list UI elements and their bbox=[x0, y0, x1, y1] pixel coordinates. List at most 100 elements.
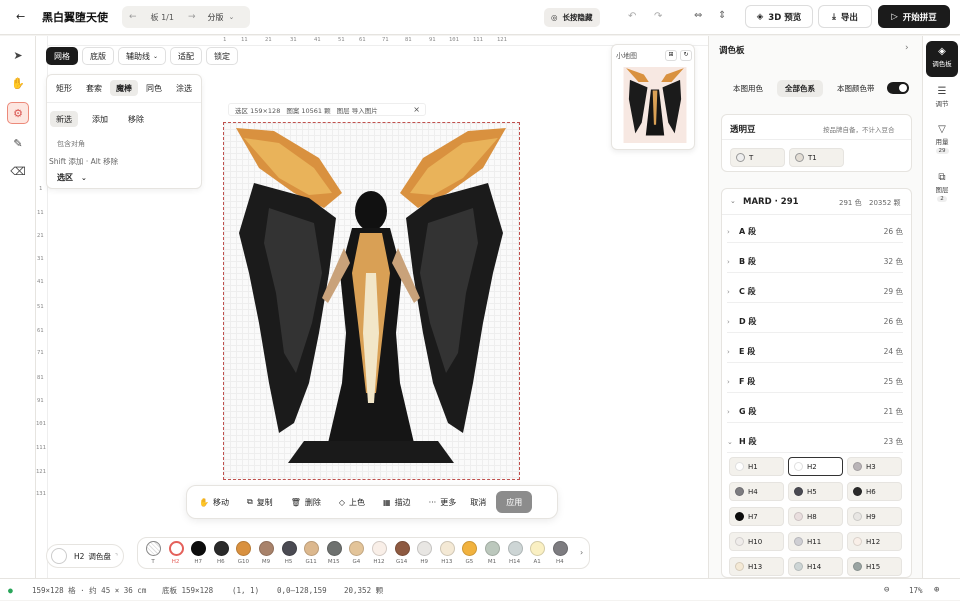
transparent-swatch-T1[interactable]: T1 bbox=[789, 148, 844, 167]
selection-dropdown[interactable]: 选区 ⌄ bbox=[57, 172, 87, 183]
colorize-button[interactable]: ◇ 上色 bbox=[333, 491, 371, 513]
mode-rect[interactable]: 矩形 bbox=[50, 80, 78, 96]
color-cell-H7[interactable]: H7 bbox=[729, 507, 784, 526]
swatch-G11[interactable] bbox=[304, 541, 320, 556]
mode-magic-wand[interactable]: 魔棒 bbox=[110, 80, 138, 96]
swatch-G4[interactable] bbox=[349, 541, 365, 556]
magic-wand-icon[interactable]: ⚙ bbox=[7, 102, 29, 124]
hide-toggle-button[interactable]: ◎ 长按隐藏 bbox=[544, 8, 600, 27]
current-color-chip[interactable]: H2 调色盘 ⌝ bbox=[46, 544, 124, 568]
swatch-H6[interactable] bbox=[213, 541, 229, 556]
color-cell-H10[interactable]: H10 bbox=[729, 532, 784, 551]
grid-toggle[interactable]: 网格 bbox=[46, 47, 78, 65]
delete-button[interactable]: 🗑 删除 bbox=[285, 491, 327, 513]
color-band-toggle[interactable] bbox=[887, 82, 909, 94]
swatch-H7[interactable] bbox=[191, 541, 207, 556]
color-cell-H15[interactable]: H15 bbox=[847, 557, 902, 576]
zoom-out-icon[interactable]: ⊖ bbox=[884, 579, 889, 601]
swatch-H2[interactable] bbox=[168, 541, 184, 556]
chevron-right-icon[interactable]: › bbox=[580, 548, 583, 557]
hand-icon[interactable]: ✋ bbox=[7, 72, 29, 94]
outline-button[interactable]: ▦ 描边 bbox=[377, 491, 417, 513]
segment-row[interactable]: › G 段 21 色 bbox=[727, 401, 903, 423]
move-button[interactable]: ✋ 移动 bbox=[193, 491, 235, 513]
segment-row[interactable]: ⌄ H 段 23 色 bbox=[727, 431, 903, 453]
swatch-M1[interactable] bbox=[485, 541, 500, 556]
transparent-swatch-T[interactable]: T bbox=[730, 148, 785, 167]
swatch-G5[interactable] bbox=[462, 541, 478, 556]
mode-paint-select[interactable]: 涂选 bbox=[170, 80, 198, 96]
flip-vertical-icon[interactable]: ⇕ bbox=[718, 10, 726, 21]
color-cell-H2[interactable]: H2 bbox=[788, 457, 843, 476]
color-cell-H5[interactable]: H5 bbox=[788, 482, 843, 501]
color-cell-H11[interactable]: H11 bbox=[788, 532, 843, 551]
fit-button[interactable]: 适配 bbox=[170, 47, 203, 65]
color-cell-H4[interactable]: H4 bbox=[729, 482, 784, 501]
swatch-M15[interactable] bbox=[326, 541, 342, 556]
chevron-right-icon[interactable]: › bbox=[905, 43, 909, 53]
color-cell-H14[interactable]: H14 bbox=[788, 557, 843, 576]
tab-all-colors[interactable]: 全部色系 bbox=[777, 80, 823, 97]
refresh-icon[interactable]: ↻ bbox=[680, 50, 692, 61]
start-beading-button[interactable]: ▷ 开始拼豆 bbox=[878, 5, 950, 28]
eraser-icon[interactable]: ⌫ bbox=[7, 160, 29, 182]
chevron-down-icon[interactable]: ⌄ bbox=[730, 197, 736, 205]
color-cell-H13[interactable]: H13 bbox=[729, 557, 784, 576]
next-board-icon[interactable]: → bbox=[188, 12, 196, 22]
swatch-A1[interactable] bbox=[530, 541, 546, 556]
apply-button[interactable]: 应用 bbox=[496, 491, 533, 513]
mode-same-color[interactable]: 同色 bbox=[140, 80, 168, 96]
lock-toggle[interactable]: 锁定 bbox=[206, 47, 239, 65]
preview-3d-button[interactable]: ◈ 3D 预览 bbox=[745, 5, 813, 28]
undo-icon[interactable]: ↶ bbox=[628, 11, 636, 22]
color-cell-H12[interactable]: H12 bbox=[847, 532, 902, 551]
color-cell-H6[interactable]: H6 bbox=[847, 482, 902, 501]
close-icon[interactable]: × bbox=[413, 105, 420, 114]
split-board-button[interactable]: 分版 bbox=[208, 12, 224, 23]
segment-row[interactable]: › E 段 24 色 bbox=[727, 341, 903, 363]
op-remove[interactable]: 移除 bbox=[122, 111, 150, 127]
tab-used-colors[interactable]: 本图用色 bbox=[725, 80, 771, 97]
segment-row[interactable]: › B 段 32 色 bbox=[727, 251, 903, 273]
export-button[interactable]: ⤓ 导出 bbox=[818, 5, 872, 28]
project-title[interactable]: 黑白翼堕天使 bbox=[42, 9, 108, 25]
swatch-H5[interactable] bbox=[281, 541, 297, 556]
flip-horizontal-icon[interactable]: ⇔ bbox=[694, 10, 702, 21]
zoom-in-icon[interactable]: ⊕ bbox=[934, 579, 939, 601]
contiguous-option[interactable]: 包含对角 bbox=[57, 139, 85, 149]
color-cell-H9[interactable]: H9 bbox=[847, 507, 902, 526]
rail-palette[interactable]: ◈ 调色板 bbox=[926, 41, 958, 77]
swatch-G10[interactable] bbox=[236, 541, 252, 556]
rail-usage[interactable]: ▽ 用量 29 bbox=[926, 124, 958, 154]
more-button[interactable]: ··· 更多 bbox=[423, 491, 463, 513]
color-cell-H3[interactable]: H3 bbox=[847, 457, 902, 476]
minimap-thumbnail[interactable] bbox=[622, 67, 688, 143]
segment-row[interactable]: › A 段 26 色 bbox=[727, 221, 903, 243]
color-cell-H8[interactable]: H8 bbox=[788, 507, 843, 526]
tab-color-band[interactable]: 本图颜色带 bbox=[829, 80, 883, 97]
back-arrow-icon[interactable]: ← bbox=[16, 10, 25, 23]
swatch-H4[interactable] bbox=[552, 541, 568, 556]
op-new[interactable]: 新选 bbox=[50, 111, 78, 127]
rail-layers[interactable]: ⧉ 图层 2 bbox=[926, 172, 958, 202]
rail-adjust[interactable]: ☰ 调节 bbox=[926, 86, 958, 108]
guides-dropdown[interactable]: 辅助线 ⌄ bbox=[118, 47, 167, 65]
swatch-H9[interactable] bbox=[417, 541, 433, 556]
cancel-button[interactable]: 取消 bbox=[464, 491, 492, 513]
eyedropper-icon[interactable]: ✎ bbox=[7, 132, 29, 154]
pointer-icon[interactable]: ➤ bbox=[7, 44, 29, 66]
fit-view-icon[interactable]: ⊞ bbox=[665, 50, 677, 61]
mode-lasso[interactable]: 套索 bbox=[80, 80, 108, 96]
segment-row[interactable]: › D 段 26 色 bbox=[727, 311, 903, 333]
bead-grid[interactable] bbox=[223, 122, 520, 480]
swatch-H13[interactable] bbox=[439, 541, 455, 556]
segment-row[interactable]: › C 段 29 色 bbox=[727, 281, 903, 303]
swatch-M9[interactable] bbox=[259, 541, 274, 556]
base-toggle[interactable]: 底版 bbox=[82, 47, 114, 65]
swatch-T[interactable] bbox=[146, 541, 161, 556]
segment-row[interactable]: › F 段 25 色 bbox=[727, 371, 903, 393]
prev-board-icon[interactable]: ← bbox=[129, 12, 137, 22]
swatch-H14[interactable] bbox=[507, 541, 523, 556]
copy-button[interactable]: ⧉ 复制 bbox=[241, 491, 279, 513]
swatch-G14[interactable] bbox=[394, 541, 410, 556]
